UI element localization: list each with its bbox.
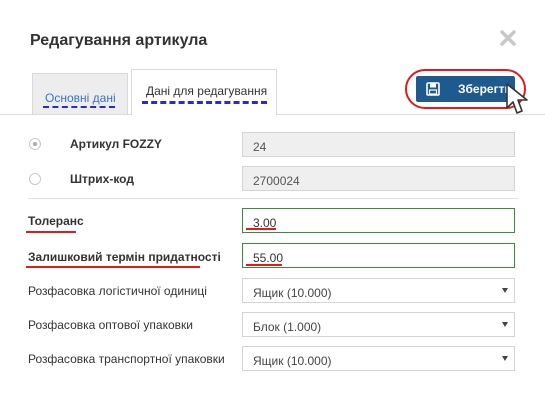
tab-editable-data[interactable]: Дані для редагування (131, 69, 277, 115)
logistic-unit-value: Ящик (10.000) (253, 286, 332, 300)
shelf-life-value-underline (246, 264, 282, 266)
article-label: Артикул FOZZY (70, 137, 162, 151)
tolerance-value-underline (246, 228, 276, 230)
transport-pack-select[interactable]: Ящик (10.000) (242, 346, 515, 371)
barcode-field: 2700024 (242, 166, 515, 191)
transport-pack-value: Ящик (10.000) (253, 354, 332, 368)
shelf-life-label: Залишковий термін придатності (28, 250, 221, 264)
tab-main-data-underline (43, 106, 115, 108)
floppy-disk-icon (426, 82, 440, 96)
tab-main-data-label: Основні дані (45, 91, 116, 105)
barcode-label: Штрих-код (70, 172, 134, 186)
wholesale-pack-value: Блок (1.000) (253, 320, 322, 334)
tab-editable-data-label: Дані для редагування (146, 84, 268, 98)
article-field: 24 (242, 132, 515, 157)
tolerance-label: Толеранс (28, 214, 84, 228)
tab-editable-data-underline (142, 101, 267, 104)
tolerance-input[interactable]: 3.00 (242, 208, 515, 233)
save-button-label: Зберегти (458, 82, 512, 96)
section-divider (28, 198, 518, 199)
barcode-radio[interactable] (29, 173, 41, 185)
tolerance-label-underline (26, 231, 76, 233)
tab-main-data[interactable]: Основні дані (32, 73, 128, 114)
article-radio[interactable] (29, 138, 41, 150)
shelf-life-input[interactable]: 55.00 (242, 243, 515, 268)
shelf-life-label-underline (26, 266, 200, 268)
dialog-title: Редагування артикула (30, 32, 208, 49)
wholesale-pack-label: Розфасовка оптової упаковки (28, 318, 193, 332)
chevron-down-icon (502, 356, 508, 361)
chevron-down-icon (502, 322, 508, 327)
logistic-unit-select[interactable]: Ящик (10.000) (242, 278, 515, 303)
logistic-unit-label: Розфасовка логістичної одиниці (28, 284, 207, 298)
wholesale-pack-select[interactable]: Блок (1.000) (242, 312, 515, 337)
transport-pack-label: Розфасовка транспортної упаковки (28, 352, 225, 366)
save-button[interactable]: Зберегти (416, 76, 515, 102)
mouse-pointer-icon (505, 82, 531, 121)
close-icon[interactable] (498, 28, 518, 48)
chevron-down-icon (502, 288, 508, 293)
